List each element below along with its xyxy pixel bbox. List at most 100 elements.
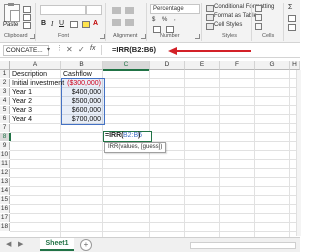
scroll-tabs-left-icon[interactable]: ◀ [6, 240, 11, 248]
comma-button[interactable]: , [174, 16, 176, 22]
row-header-6[interactable]: 6 [0, 115, 10, 123]
column-header-c[interactable]: C [103, 61, 150, 71]
divider [251, 3, 252, 41]
row-header-5[interactable]: 5 [0, 106, 10, 114]
font-color-button[interactable]: A [93, 20, 98, 27]
row-header-11[interactable]: 11 [0, 160, 10, 168]
cell-b2[interactable]: ($300,000) [62, 80, 101, 87]
column-header-f[interactable]: F [220, 61, 255, 70]
cell-b6[interactable]: $700,000 [62, 116, 101, 123]
number-format-dropdown[interactable]: Percentage [150, 4, 200, 14]
grid-line [10, 213, 300, 214]
format-cells-icon[interactable] [255, 23, 262, 30]
currency-button[interactable]: $ [152, 17, 155, 23]
cell-styles-button[interactable]: Cell Styles [214, 22, 242, 28]
cell-a1[interactable]: Description [12, 71, 47, 78]
add-sheet-button[interactable]: + [80, 239, 92, 251]
grid-line [254, 70, 255, 238]
increase-decimal-icon[interactable] [153, 26, 161, 33]
vertical-scrollbar[interactable] [296, 70, 301, 236]
number-launcher-icon[interactable] [195, 34, 200, 39]
column-header-e[interactable]: E [185, 61, 220, 70]
clear-icon[interactable] [288, 24, 296, 31]
alignment-group-label: Alignment [113, 33, 138, 39]
row-header-9[interactable]: 9 [0, 142, 10, 150]
insert-function-button[interactable]: fx [90, 45, 95, 52]
cell-b1[interactable]: Cashflow [63, 71, 92, 78]
fill-color-icon[interactable] [82, 21, 90, 28]
sheet-tab-sheet1[interactable]: Sheet1 [40, 238, 74, 251]
row-header-18[interactable]: 18 [0, 223, 10, 231]
cell-a3[interactable]: Year 1 [12, 89, 32, 96]
insert-cells-icon[interactable] [255, 5, 262, 12]
copy-icon[interactable] [23, 14, 31, 21]
column-header-b[interactable]: B [61, 61, 103, 70]
column-header-a[interactable]: A [10, 61, 61, 70]
cell-a4[interactable]: Year 2 [12, 98, 32, 105]
grid-line [10, 159, 300, 160]
row-header-15[interactable]: 15 [0, 196, 10, 204]
font-name-box[interactable] [40, 5, 86, 15]
row-header-7[interactable]: 7 [0, 124, 10, 132]
align-top-icon[interactable] [112, 7, 121, 14]
cancel-button[interactable]: ✕ [66, 45, 73, 54]
annotation-arrow [175, 50, 251, 52]
row-header-2[interactable]: 2 [0, 79, 10, 87]
row-header-4[interactable]: 4 [0, 97, 10, 105]
name-box[interactable]: CONCATE... [3, 45, 49, 56]
decrease-decimal-icon[interactable] [166, 26, 174, 33]
formula-bar-grip-icon: ⋮ [56, 45, 63, 52]
divider [105, 3, 106, 41]
italic-button[interactable]: I [51, 20, 53, 28]
row-header-10[interactable]: 10 [0, 151, 10, 159]
wrap-text-icon[interactable] [125, 7, 134, 14]
borders-icon[interactable] [70, 21, 78, 28]
cell-a6[interactable]: Year 4 [12, 116, 32, 123]
row-header-13[interactable]: 13 [0, 178, 10, 186]
format-painter-icon[interactable] [23, 22, 31, 29]
grid-line [10, 186, 300, 187]
font-size-box[interactable] [86, 5, 102, 15]
row-header-1[interactable]: 1 [0, 70, 10, 78]
formula-input[interactable]: =IRR(B2:B6) [112, 45, 156, 55]
paste-icon[interactable] [4, 3, 20, 22]
horizontal-scrollbar[interactable] [190, 242, 296, 249]
select-all-corner[interactable] [0, 61, 10, 70]
grid-line [10, 132, 300, 133]
enter-button[interactable]: ✓ [78, 45, 85, 54]
row-header-14[interactable]: 14 [0, 187, 10, 195]
cut-icon[interactable] [23, 6, 31, 13]
scroll-tabs-right-icon[interactable]: ▶ [18, 240, 23, 248]
function-tooltip[interactable]: IRR(values, [guess]) [104, 142, 167, 153]
column-header-h[interactable]: H [290, 61, 300, 70]
row-header-8[interactable]: 8 [0, 133, 11, 141]
underline-button[interactable]: U [59, 20, 64, 27]
name-box-dropdown-icon[interactable]: ▾ [47, 46, 50, 53]
grid-line [10, 96, 300, 97]
row-header-16[interactable]: 16 [0, 205, 10, 213]
percent-button[interactable]: % [162, 17, 167, 23]
conditional-formatting-button[interactable]: Conditional Formatting [214, 4, 274, 10]
divider [146, 3, 147, 41]
cell-a2[interactable]: Initial investment [12, 80, 64, 87]
bold-button[interactable]: B [41, 20, 46, 27]
paste-button[interactable]: Paste [3, 22, 18, 28]
row-header-17[interactable]: 17 [0, 214, 10, 222]
cell-b5[interactable]: $600,000 [62, 107, 101, 114]
cell-b4[interactable]: $500,000 [62, 98, 101, 105]
row-header-12[interactable]: 12 [0, 169, 10, 177]
grid-line [10, 204, 300, 205]
cell-b3[interactable]: $400,000 [62, 89, 101, 96]
merge-center-icon[interactable] [125, 19, 134, 26]
fill-icon[interactable] [288, 15, 296, 22]
delete-cells-icon[interactable] [255, 14, 262, 21]
autosum-icon[interactable]: Σ [288, 4, 295, 11]
column-header-g[interactable]: G [255, 61, 290, 70]
row-header-3[interactable]: 3 [0, 88, 10, 96]
column-header-d[interactable]: D [150, 61, 185, 70]
font-group-label: Font [58, 33, 70, 39]
cell-a5[interactable]: Year 3 [12, 107, 32, 114]
cell-c8-formula-suffix: ) [138, 132, 141, 139]
align-left-icon[interactable] [112, 19, 121, 26]
number-format-value: Percentage [153, 6, 184, 12]
